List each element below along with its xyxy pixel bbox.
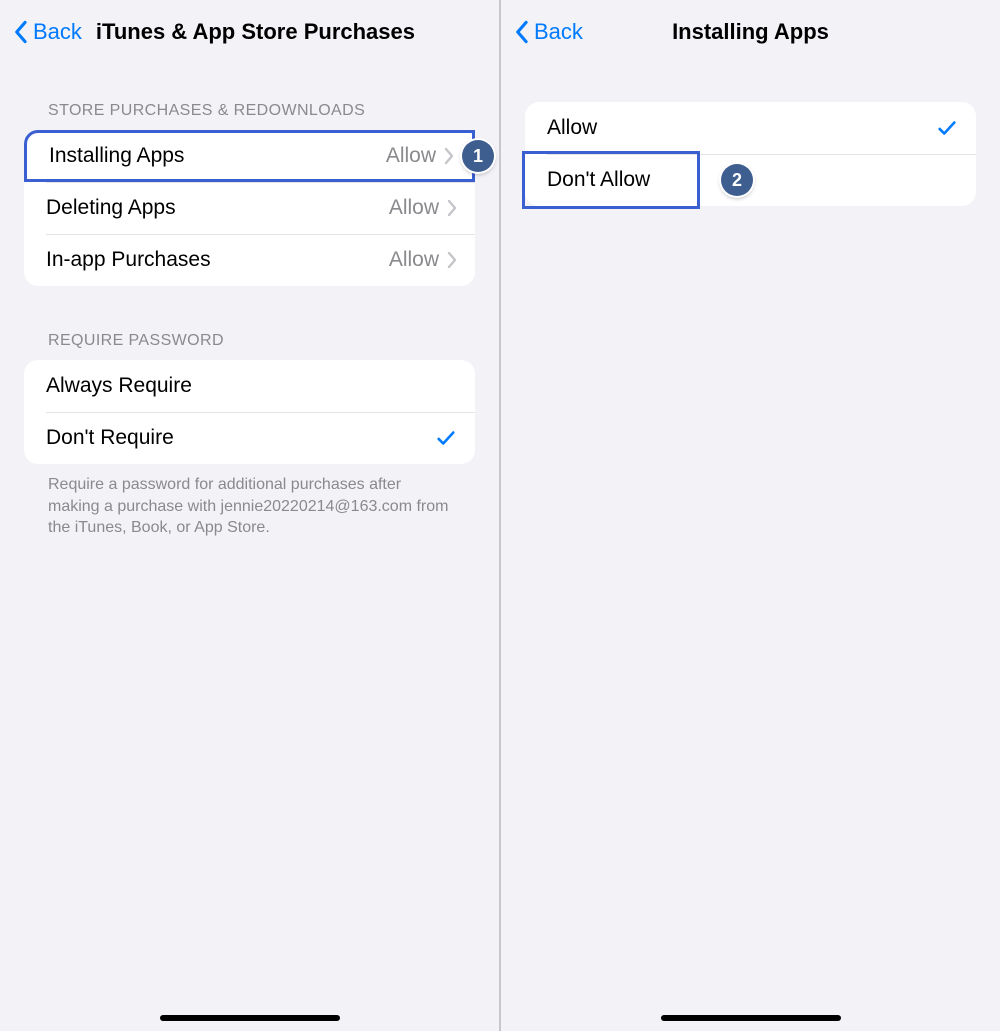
section-footer: Require a password for additional purcha… [48,474,451,539]
back-button[interactable]: Back [14,20,82,44]
row-allow[interactable]: Allow [525,102,976,154]
row-dont-allow[interactable]: Don't Allow 2 [525,154,976,206]
page-title: iTunes & App Store Purchases [96,19,415,45]
settings-group: Installing Apps Allow 1 Deleting Apps Al… [24,130,475,286]
chevron-right-icon [447,199,457,217]
settings-group: Always Require Don't Require [24,360,475,464]
chevron-right-icon [447,251,457,269]
section-header: REQUIRE PASSWORD [48,332,475,350]
row-label: Always Require [46,374,457,398]
row-installing-apps[interactable]: Installing Apps Allow 1 [24,130,475,182]
row-deleting-apps[interactable]: Deleting Apps Allow [24,182,475,234]
callout-badge-2: 2 [721,164,753,196]
back-label: Back [33,21,82,43]
chevron-left-icon [515,20,530,44]
row-dont-require[interactable]: Don't Require [24,412,475,464]
row-label: Deleting Apps [46,196,389,220]
row-value: Allow [389,196,439,220]
chevron-left-icon [14,20,29,44]
checkmark-icon [936,117,958,139]
row-label: Allow [547,116,936,140]
back-label: Back [534,21,583,43]
row-always-require[interactable]: Always Require [24,360,475,412]
home-indicator[interactable] [661,1015,841,1021]
callout-badge-1: 1 [462,140,494,172]
navbar-right: Back Installing Apps [501,0,1000,64]
row-label: Installing Apps [49,144,386,168]
section-installing-apps-options: Allow Don't Allow 2 [501,102,1000,206]
navbar-left: Back iTunes & App Store Purchases [0,0,499,64]
back-button[interactable]: Back [515,20,583,44]
section-store-purchases: STORE PURCHASES & REDOWNLOADS Installing… [0,102,499,286]
row-value: Allow [386,144,436,168]
checkmark-icon [435,427,457,449]
pane-right: Back Installing Apps Allow Don't Allow 2 [501,0,1000,1031]
row-label: In-app Purchases [46,248,389,272]
section-header: STORE PURCHASES & REDOWNLOADS [48,102,475,120]
pane-left: Back iTunes & App Store Purchases STORE … [0,0,499,1031]
row-in-app-purchases[interactable]: In-app Purchases Allow [24,234,475,286]
section-require-password: REQUIRE PASSWORD Always Require Don't Re… [0,332,499,539]
settings-group: Allow Don't Allow 2 [525,102,976,206]
row-value: Allow [389,248,439,272]
row-label: Don't Require [46,426,435,450]
chevron-right-icon [444,147,454,165]
home-indicator[interactable] [160,1015,340,1021]
